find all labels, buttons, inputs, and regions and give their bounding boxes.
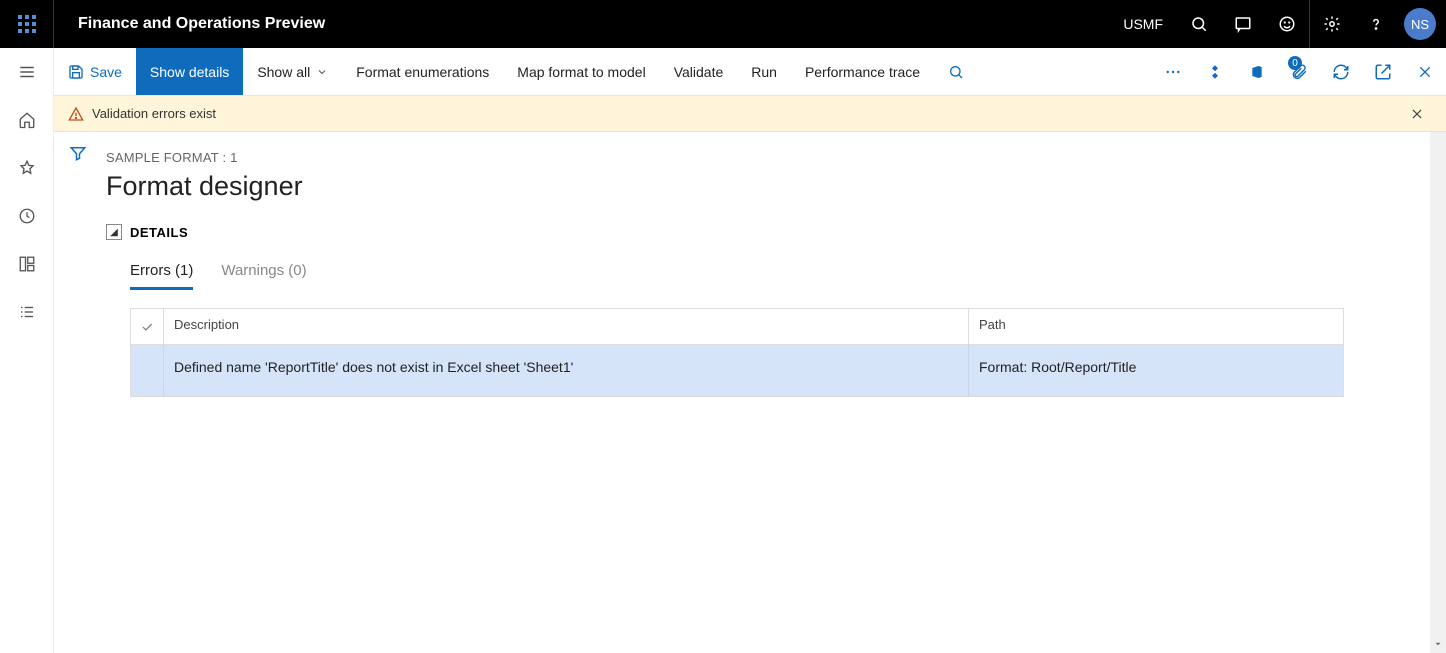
related-icon[interactable] bbox=[1194, 48, 1236, 95]
grid-row[interactable]: Defined name 'ReportTitle' does not exis… bbox=[131, 344, 1343, 396]
warning-icon bbox=[68, 106, 84, 122]
office-icon[interactable] bbox=[1236, 48, 1278, 95]
details-tabs: Errors (1) Warnings (0) bbox=[106, 262, 1426, 290]
validation-notification: Validation errors exist bbox=[54, 96, 1446, 132]
details-section-toggle[interactable]: ◢ DETAILS bbox=[106, 224, 1426, 240]
attachments-icon[interactable]: 0 bbox=[1278, 48, 1320, 95]
performance-trace-button[interactable]: Performance trace bbox=[791, 48, 934, 95]
company-code[interactable]: USMF bbox=[1109, 16, 1177, 32]
filter-pane bbox=[54, 132, 102, 653]
recent-icon[interactable] bbox=[0, 192, 54, 240]
close-icon[interactable] bbox=[1404, 48, 1446, 95]
help-icon[interactable] bbox=[1354, 0, 1398, 48]
global-header: Finance and Operations Preview USMF NS bbox=[0, 0, 1446, 48]
toolbar-search-icon[interactable] bbox=[934, 48, 978, 95]
filter-icon[interactable] bbox=[69, 144, 87, 653]
grid-header: Description Path bbox=[131, 309, 1343, 344]
messages-icon[interactable] bbox=[1221, 0, 1265, 48]
page-title: Format designer bbox=[106, 171, 1426, 202]
validate-button[interactable]: Validate bbox=[660, 48, 738, 95]
more-actions-icon[interactable] bbox=[1152, 48, 1194, 95]
favorites-icon[interactable] bbox=[0, 144, 54, 192]
feedback-icon[interactable] bbox=[1265, 0, 1309, 48]
collapse-icon: ◢ bbox=[106, 224, 122, 240]
cell-path: Format: Root/Report/Title bbox=[969, 345, 1343, 396]
user-avatar[interactable]: NS bbox=[1404, 8, 1436, 40]
format-enumerations-button[interactable]: Format enumerations bbox=[342, 48, 503, 95]
column-header-path[interactable]: Path bbox=[969, 309, 1343, 344]
vertical-scrollbar[interactable] bbox=[1430, 132, 1446, 653]
run-button[interactable]: Run bbox=[737, 48, 791, 95]
popout-icon[interactable] bbox=[1362, 48, 1404, 95]
search-icon[interactable] bbox=[1177, 0, 1221, 48]
chevron-down-icon bbox=[316, 66, 328, 78]
hamburger-icon[interactable] bbox=[0, 48, 54, 96]
notification-text: Validation errors exist bbox=[92, 106, 216, 121]
show-all-button[interactable]: Show all bbox=[243, 48, 342, 95]
attachments-badge: 0 bbox=[1288, 56, 1302, 70]
workspaces-icon[interactable] bbox=[0, 240, 54, 288]
left-nav-rail bbox=[0, 48, 54, 653]
app-title: Finance and Operations Preview bbox=[54, 15, 325, 33]
save-label: Save bbox=[90, 64, 122, 80]
app-launcher-icon[interactable] bbox=[0, 0, 54, 48]
action-toolbar: Save Show details Show all Format enumer… bbox=[54, 48, 1446, 96]
column-header-description[interactable]: Description bbox=[164, 309, 969, 344]
row-checkbox[interactable] bbox=[131, 345, 164, 396]
tab-warnings[interactable]: Warnings (0) bbox=[221, 262, 306, 290]
home-icon[interactable] bbox=[0, 96, 54, 144]
select-all-checkbox[interactable] bbox=[131, 309, 164, 344]
errors-grid: Description Path Defined name 'ReportTit… bbox=[130, 308, 1344, 397]
cell-description: Defined name 'ReportTitle' does not exis… bbox=[164, 345, 969, 396]
refresh-icon[interactable] bbox=[1320, 48, 1362, 95]
map-format-to-model-button[interactable]: Map format to model bbox=[503, 48, 659, 95]
content-main: SAMPLE FORMAT : 1 Format designer ◢ DETA… bbox=[102, 132, 1446, 653]
details-label: DETAILS bbox=[130, 225, 188, 240]
tab-errors[interactable]: Errors (1) bbox=[130, 262, 193, 290]
show-details-button[interactable]: Show details bbox=[136, 48, 243, 95]
save-button[interactable]: Save bbox=[54, 48, 136, 95]
settings-icon[interactable] bbox=[1310, 0, 1354, 48]
breadcrumb: SAMPLE FORMAT : 1 bbox=[106, 150, 1426, 165]
close-notification-icon[interactable] bbox=[1402, 103, 1432, 125]
scroll-down-icon[interactable] bbox=[1430, 635, 1446, 653]
modules-icon[interactable] bbox=[0, 288, 54, 336]
